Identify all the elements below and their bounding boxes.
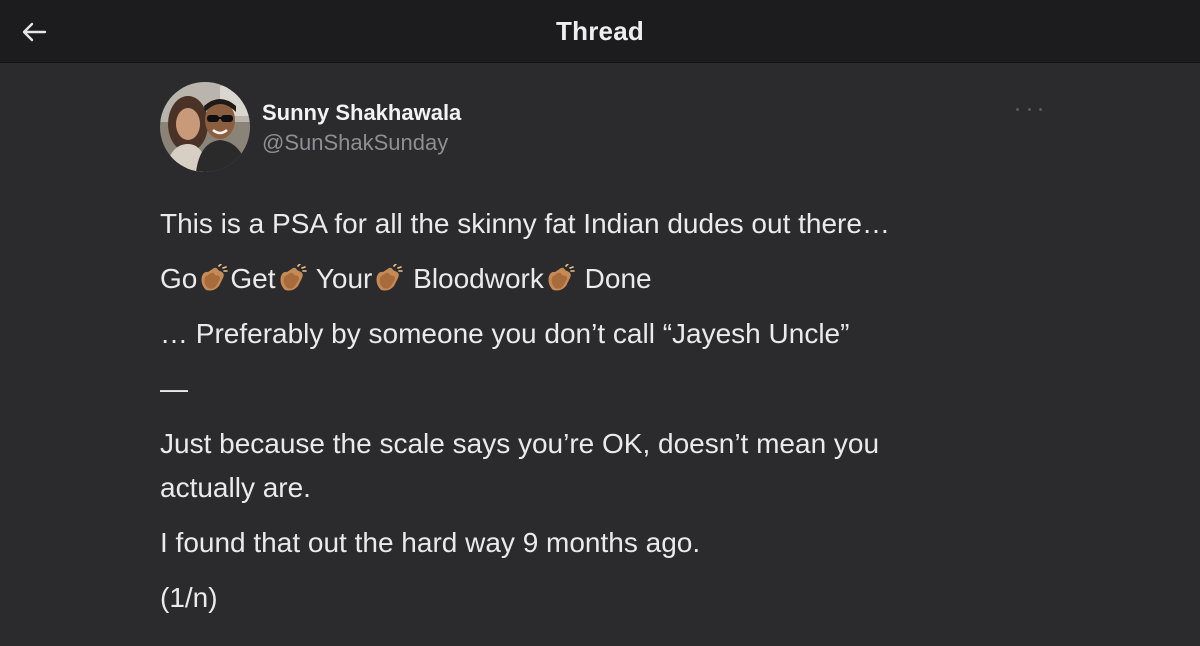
tweet-line: … Preferably by someone you don’t call “… xyxy=(160,318,850,349)
avatar[interactable] xyxy=(160,82,250,172)
tweet-line: Just because the scale says you’re OK, d… xyxy=(160,428,880,459)
top-bar: Thread xyxy=(0,0,1200,63)
author-handle[interactable]: @SunShakSunday xyxy=(262,130,448,156)
word: Get xyxy=(230,263,276,294)
thread-window: Thread Sunny Shakhawala @SunShakSunday T… xyxy=(0,0,1200,646)
more-options-button[interactable] xyxy=(1016,102,1042,116)
more-dot-icon xyxy=(1039,107,1042,111)
tweet-line: Go Get Your Bloodwork Done xyxy=(160,257,1020,301)
avatar-photo-icon xyxy=(160,82,250,172)
more-dot-icon xyxy=(1016,107,1019,111)
word: Your xyxy=(315,263,373,294)
clapping-hands-icon xyxy=(280,264,307,291)
clapping-hands-icon xyxy=(548,264,575,291)
tweet-line: I found that out the hard way 9 months a… xyxy=(160,527,701,558)
tweet-line: This is a PSA for all the skinny fat Ind… xyxy=(160,208,890,239)
clapping-hands-icon xyxy=(376,264,404,291)
page-title: Thread xyxy=(556,16,644,46)
tweet-text: This is a PSA for all the skinny fat Ind… xyxy=(160,202,1020,620)
more-dot-icon xyxy=(1027,107,1031,111)
tweet-line: — xyxy=(160,373,188,404)
tweet: Sunny Shakhawala @SunShakSunday This is … xyxy=(160,82,1060,613)
word: Bloodwork xyxy=(413,263,544,294)
word: Go xyxy=(160,263,198,294)
tweet-line: (1/n) xyxy=(160,582,218,613)
tweet-author[interactable]: Sunny Shakhawala @SunShakSunday xyxy=(160,82,1060,174)
clapping-hands-icon xyxy=(201,264,229,291)
word: Done xyxy=(584,263,652,294)
tweet-line: actually are. xyxy=(160,472,311,503)
author-name[interactable]: Sunny Shakhawala xyxy=(262,100,461,126)
